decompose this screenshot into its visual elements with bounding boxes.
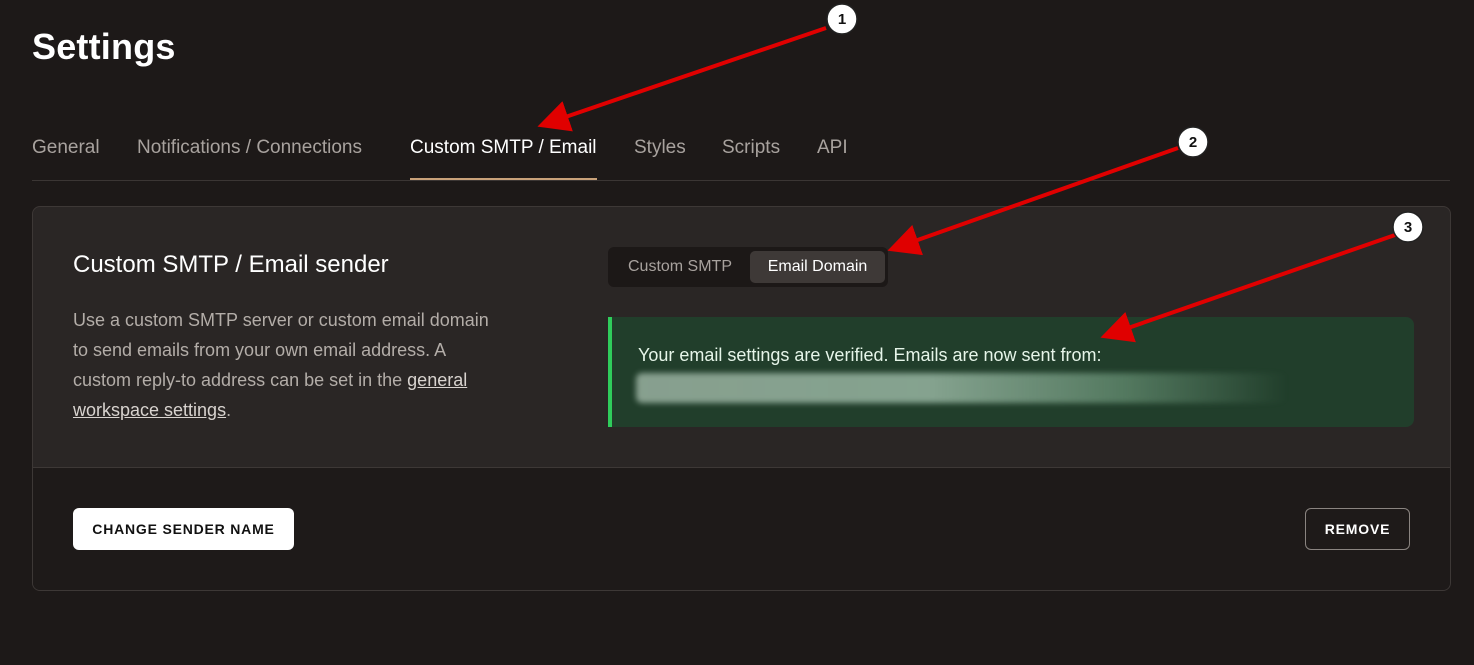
tab-general[interactable]: General <box>32 128 100 179</box>
annotation-badge-1: 1 <box>826 3 858 35</box>
smtp-settings-card: Custom SMTP / Email sender Use a custom … <box>32 206 1451 591</box>
page-title: Settings <box>32 26 176 67</box>
section-description: Use a custom SMTP server or custom email… <box>73 305 503 425</box>
verified-message: Your email settings are verified. Emails… <box>638 345 1102 365</box>
tab-api[interactable]: API <box>817 128 848 179</box>
tab-styles[interactable]: Styles <box>634 128 686 179</box>
toggle-custom-smtp[interactable]: Custom SMTP <box>612 251 748 283</box>
card-footer: CHANGE SENDER NAME REMOVE <box>33 467 1450 590</box>
toggle-email-domain[interactable]: Email Domain <box>750 251 885 283</box>
change-sender-name-button[interactable]: CHANGE SENDER NAME <box>73 508 294 550</box>
annotation-arrow-1 <box>537 26 827 132</box>
tab-custom-smtp-email[interactable]: Custom SMTP / Email <box>410 128 597 180</box>
settings-tabs: General Notifications / Connections Cust… <box>32 128 1450 181</box>
description-end: . <box>226 400 232 420</box>
sender-mode-toggle: Custom SMTP Email Domain <box>608 247 888 287</box>
tab-notifications-connections[interactable]: Notifications / Connections <box>137 128 362 179</box>
remove-button[interactable]: REMOVE <box>1305 508 1410 550</box>
section-title: Custom SMTP / Email sender <box>73 251 389 278</box>
verified-alert: Your email settings are verified. Emails… <box>608 317 1414 427</box>
redacted-email-address <box>636 373 1288 403</box>
tab-scripts[interactable]: Scripts <box>722 128 780 179</box>
svg-text:1: 1 <box>838 11 846 28</box>
